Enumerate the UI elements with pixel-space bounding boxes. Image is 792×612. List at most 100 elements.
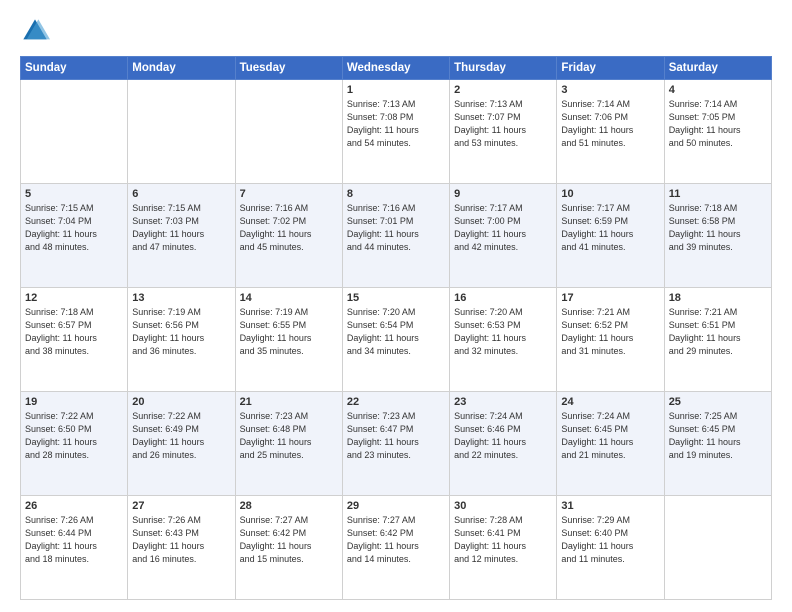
day-info: Sunrise: 7:28 AM Sunset: 6:41 PM Dayligh… — [454, 514, 552, 566]
day-info: Sunrise: 7:27 AM Sunset: 6:42 PM Dayligh… — [240, 514, 338, 566]
calendar-cell — [128, 80, 235, 184]
day-number: 22 — [347, 396, 445, 408]
calendar-cell: 19 Sunrise: 7:22 AM Sunset: 6:50 PM Dayli… — [21, 392, 128, 496]
day-number: 31 — [561, 500, 659, 512]
calendar-cell: 20 Sunrise: 7:22 AM Sunset: 6:49 PM Dayli… — [128, 392, 235, 496]
day-number: 1 — [347, 84, 445, 96]
day-number: 6 — [132, 188, 230, 200]
calendar-cell — [664, 496, 771, 600]
weekday-header-saturday: Saturday — [664, 57, 771, 80]
day-info: Sunrise: 7:24 AM Sunset: 6:46 PM Dayligh… — [454, 410, 552, 462]
day-number: 23 — [454, 396, 552, 408]
day-number: 4 — [669, 84, 767, 96]
header — [20, 16, 772, 46]
day-number: 20 — [132, 396, 230, 408]
calendar-cell: 13 Sunrise: 7:19 AM Sunset: 6:56 PM Dayli… — [128, 288, 235, 392]
day-info: Sunrise: 7:26 AM Sunset: 6:43 PM Dayligh… — [132, 514, 230, 566]
calendar-cell: 22Sunrise: 7:23 AM Sunset: 6:47 PM Dayli… — [342, 392, 449, 496]
calendar-cell: 4Sunrise: 7:14 AM Sunset: 7:05 PM Daylig… — [664, 80, 771, 184]
calendar-cell: 1 Sunrise: 7:13 AM Sunset: 7:08 PM Daylig… — [342, 80, 449, 184]
day-info: Sunrise: 7:20 AM Sunset: 6:54 PM Dayligh… — [347, 306, 445, 358]
day-info: Sunrise: 7:24 AM Sunset: 6:45 PM Dayligh… — [561, 410, 659, 462]
day-number: 13 — [132, 292, 230, 304]
calendar-cell: 5 Sunrise: 7:15 AM Sunset: 7:04 PM Daylig… — [21, 184, 128, 288]
calendar-cell: 16 Sunrise: 7:20 AM Sunset: 6:53 PM Dayli… — [450, 288, 557, 392]
day-info: Sunrise: 7:21 AM Sunset: 6:52 PM Dayligh… — [561, 306, 659, 358]
weekday-header-friday: Friday — [557, 57, 664, 80]
calendar-cell: 26 Sunrise: 7:26 AM Sunset: 6:44 PM Dayli… — [21, 496, 128, 600]
calendar-cell: 7 Sunrise: 7:16 AM Sunset: 7:02 PM Daylig… — [235, 184, 342, 288]
calendar-table: SundayMondayTuesdayWednesdayThursdayFrid… — [20, 56, 772, 600]
weekday-header-tuesday: Tuesday — [235, 57, 342, 80]
calendar-cell: 23 Sunrise: 7:24 AM Sunset: 6:46 PM Dayli… — [450, 392, 557, 496]
day-number: 2 — [454, 84, 552, 96]
day-number: 14 — [240, 292, 338, 304]
calendar-week-3: 12 Sunrise: 7:18 AM Sunset: 6:57 PM Dayli… — [21, 288, 772, 392]
day-number: 16 — [454, 292, 552, 304]
day-info: Sunrise: 7:17 AM Sunset: 6:59 PM Dayligh… — [561, 202, 659, 254]
day-info: Sunrise: 7:16 AM Sunset: 7:02 PM Dayligh… — [240, 202, 338, 254]
calendar-cell: 17 Sunrise: 7:21 AM Sunset: 6:52 PM Dayli… — [557, 288, 664, 392]
day-info: Sunrise: 7:25 AM Sunset: 6:45 PM Dayligh… — [669, 410, 767, 462]
day-info: Sunrise: 7:16 AM Sunset: 7:01 PM Dayligh… — [347, 202, 445, 254]
day-number: 8 — [347, 188, 445, 200]
calendar-cell: 28Sunrise: 7:27 AM Sunset: 6:42 PM Dayli… — [235, 496, 342, 600]
logo-icon — [20, 16, 50, 46]
day-number: 24 — [561, 396, 659, 408]
day-info: Sunrise: 7:19 AM Sunset: 6:56 PM Dayligh… — [132, 306, 230, 358]
weekday-header-wednesday: Wednesday — [342, 57, 449, 80]
day-info: Sunrise: 7:15 AM Sunset: 7:04 PM Dayligh… — [25, 202, 123, 254]
calendar-cell: 3 Sunrise: 7:14 AM Sunset: 7:06 PM Daylig… — [557, 80, 664, 184]
day-number: 3 — [561, 84, 659, 96]
calendar-week-5: 26 Sunrise: 7:26 AM Sunset: 6:44 PM Dayli… — [21, 496, 772, 600]
calendar-cell — [235, 80, 342, 184]
calendar-cell: 9 Sunrise: 7:17 AM Sunset: 7:00 PM Daylig… — [450, 184, 557, 288]
day-number: 26 — [25, 500, 123, 512]
calendar-cell: 31 Sunrise: 7:29 AM Sunset: 6:40 PM Dayli… — [557, 496, 664, 600]
day-info: Sunrise: 7:13 AM Sunset: 7:08 PM Dayligh… — [347, 98, 445, 150]
calendar-cell: 21Sunrise: 7:23 AM Sunset: 6:48 PM Dayli… — [235, 392, 342, 496]
day-info: Sunrise: 7:19 AM Sunset: 6:55 PM Dayligh… — [240, 306, 338, 358]
calendar-cell: 24 Sunrise: 7:24 AM Sunset: 6:45 PM Dayli… — [557, 392, 664, 496]
calendar-cell: 8 Sunrise: 7:16 AM Sunset: 7:01 PM Daylig… — [342, 184, 449, 288]
calendar-week-2: 5 Sunrise: 7:15 AM Sunset: 7:04 PM Daylig… — [21, 184, 772, 288]
day-info: Sunrise: 7:15 AM Sunset: 7:03 PM Dayligh… — [132, 202, 230, 254]
weekday-header-monday: Monday — [128, 57, 235, 80]
day-info: Sunrise: 7:20 AM Sunset: 6:53 PM Dayligh… — [454, 306, 552, 358]
day-number: 7 — [240, 188, 338, 200]
day-number: 9 — [454, 188, 552, 200]
weekday-header-row: SundayMondayTuesdayWednesdayThursdayFrid… — [21, 57, 772, 80]
day-number: 29 — [347, 500, 445, 512]
calendar-week-4: 19 Sunrise: 7:22 AM Sunset: 6:50 PM Dayli… — [21, 392, 772, 496]
calendar-cell: 2Sunrise: 7:13 AM Sunset: 7:07 PM Daylig… — [450, 80, 557, 184]
calendar-cell — [21, 80, 128, 184]
calendar-cell: 15 Sunrise: 7:20 AM Sunset: 6:54 PM Dayli… — [342, 288, 449, 392]
day-number: 18 — [669, 292, 767, 304]
logo — [20, 16, 54, 46]
calendar-cell: 6 Sunrise: 7:15 AM Sunset: 7:03 PM Daylig… — [128, 184, 235, 288]
day-info: Sunrise: 7:18 AM Sunset: 6:58 PM Dayligh… — [669, 202, 767, 254]
calendar-cell: 11 Sunrise: 7:18 AM Sunset: 6:58 PM Dayli… — [664, 184, 771, 288]
calendar-week-1: 1 Sunrise: 7:13 AM Sunset: 7:08 PM Daylig… — [21, 80, 772, 184]
calendar-cell: 25Sunrise: 7:25 AM Sunset: 6:45 PM Dayli… — [664, 392, 771, 496]
day-number: 30 — [454, 500, 552, 512]
weekday-header-sunday: Sunday — [21, 57, 128, 80]
day-number: 15 — [347, 292, 445, 304]
calendar-cell: 18Sunrise: 7:21 AM Sunset: 6:51 PM Dayli… — [664, 288, 771, 392]
day-number: 17 — [561, 292, 659, 304]
weekday-header-thursday: Thursday — [450, 57, 557, 80]
day-info: Sunrise: 7:17 AM Sunset: 7:00 PM Dayligh… — [454, 202, 552, 254]
day-info: Sunrise: 7:22 AM Sunset: 6:49 PM Dayligh… — [132, 410, 230, 462]
day-number: 5 — [25, 188, 123, 200]
day-info: Sunrise: 7:18 AM Sunset: 6:57 PM Dayligh… — [25, 306, 123, 358]
day-number: 11 — [669, 188, 767, 200]
calendar-cell: 27Sunrise: 7:26 AM Sunset: 6:43 PM Dayli… — [128, 496, 235, 600]
calendar-cell: 10Sunrise: 7:17 AM Sunset: 6:59 PM Dayli… — [557, 184, 664, 288]
day-info: Sunrise: 7:14 AM Sunset: 7:06 PM Dayligh… — [561, 98, 659, 150]
day-number: 19 — [25, 396, 123, 408]
day-info: Sunrise: 7:22 AM Sunset: 6:50 PM Dayligh… — [25, 410, 123, 462]
day-number: 12 — [25, 292, 123, 304]
calendar-cell: 14 Sunrise: 7:19 AM Sunset: 6:55 PM Dayli… — [235, 288, 342, 392]
day-info: Sunrise: 7:26 AM Sunset: 6:44 PM Dayligh… — [25, 514, 123, 566]
day-info: Sunrise: 7:29 AM Sunset: 6:40 PM Dayligh… — [561, 514, 659, 566]
